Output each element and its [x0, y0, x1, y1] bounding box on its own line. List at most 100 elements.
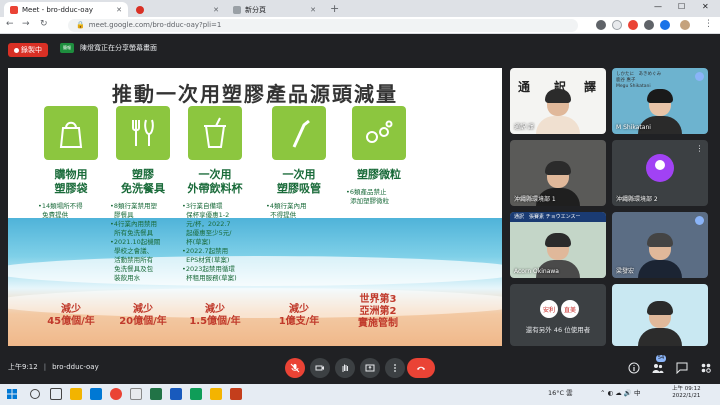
tile-overlay-text: 譯	[584, 80, 597, 94]
straw-icon	[292, 119, 310, 148]
more-menu-icon[interactable]: ⋮	[704, 19, 713, 29]
camera-toggle-button[interactable]	[310, 358, 330, 378]
more-options-icon[interactable]: ⋮	[695, 144, 704, 153]
tab-new[interactable]: 新分頁 ✕	[227, 2, 322, 17]
app-icon[interactable]	[210, 388, 222, 400]
hang-up-icon	[417, 366, 425, 370]
speaking-indicator-icon	[695, 216, 704, 225]
tab-recording[interactable]: ✕	[130, 2, 225, 17]
new-tab-button[interactable]: +	[330, 2, 339, 15]
participant-tile[interactable]: 通 訳 譯 通訳 譯	[510, 68, 606, 134]
participant-tile[interactable]: ⋮ 沖繩縣環境部 2	[612, 140, 708, 206]
participant-tile[interactable]: しかたに あきめぐみ 鹿谷 惠子 Megu Shikatani M Shikat…	[612, 68, 708, 134]
mic-toggle-button[interactable]	[285, 358, 305, 378]
recording-label: 錄製中	[21, 46, 42, 54]
close-window-icon[interactable]: ✕	[702, 2, 709, 11]
participant-name: 沖繩縣環境部 1	[514, 196, 556, 203]
extension-icon[interactable]	[644, 20, 654, 30]
extension-icon[interactable]	[628, 20, 638, 30]
category-drink-cup: 一次用 外帶飲料杯 •3行業自備環 保杯享優惠1-2 元/杯，2022.7 起優…	[182, 106, 248, 283]
cutlery-icon	[132, 119, 154, 146]
category-label: 塑膠 免洗餐具	[121, 168, 165, 195]
shared-slide: 推動一次用塑膠產品源頭減量 購物用 塑膠袋 •14類場所不得 免費提供 塑膠 免…	[8, 68, 502, 346]
camera-icon	[315, 365, 324, 371]
tray-icons[interactable]: ⌃ ◐ ☁ 🔊 中	[600, 387, 640, 397]
slide-title: 推動一次用塑膠產品源頭減量	[112, 82, 398, 106]
info-icon[interactable]	[628, 362, 640, 374]
minimize-icon[interactable]: —	[654, 2, 662, 11]
excel-icon[interactable]	[150, 388, 162, 400]
powerpoint-icon[interactable]	[230, 388, 242, 400]
avatar[interactable]	[680, 20, 690, 30]
reduction-figure: 世界第3 亞洲第2 實施管制	[358, 294, 398, 329]
chrome-icon[interactable]	[110, 388, 122, 400]
wave-decoration	[8, 256, 502, 286]
participant-name: 通訳 譯	[514, 124, 534, 131]
recording-dot-icon	[14, 47, 19, 53]
extension-icon[interactable]	[660, 20, 670, 30]
task-view-icon[interactable]	[50, 388, 62, 400]
clock-time: 上午 09:12	[672, 386, 701, 392]
category-label: 一次用 塑膠吸管	[277, 168, 321, 195]
people-icon[interactable]	[652, 362, 664, 374]
category-tile	[272, 106, 326, 160]
category-straw: 一次用 塑膠吸管 •4類行業內用 不得提供	[266, 106, 332, 220]
avatar: 安利	[540, 300, 558, 318]
microbeads-icon	[366, 120, 393, 143]
back-icon[interactable]: ←	[6, 19, 14, 29]
close-tab-icon[interactable]: ✕	[310, 6, 316, 14]
app-icon[interactable]	[190, 388, 202, 400]
windows-start-icon[interactable]	[6, 388, 18, 400]
extension-icon[interactable]	[596, 20, 606, 30]
browser-toolbar: ← → ↻ 🔒 meet.google.com/bro-dduc-oay?pli=…	[0, 17, 720, 34]
leave-call-button[interactable]	[407, 358, 435, 378]
weather-widget[interactable]: 16°C 雲	[548, 387, 573, 397]
tab-title: Meet - bro-dduc-oay	[22, 5, 94, 14]
url-text: meet.google.com/bro-dduc-oay?pli=1	[88, 21, 222, 29]
system-clock[interactable]: 上午 09:12 2022/1/21	[672, 386, 701, 400]
participant-tile[interactable]	[612, 284, 708, 346]
participant-tile[interactable]: 通訳 張賽素 チョウエンスー Acorn Okinawa	[510, 212, 606, 278]
participant-video	[638, 233, 682, 278]
search-icon[interactable]	[30, 389, 40, 399]
tile-overlay-text: 通訳 張賽素 チョウエンスー	[510, 212, 606, 222]
reduction-figure: 減少 1億支/年	[278, 304, 320, 327]
participant-tile[interactable]: 梁發宏	[612, 212, 708, 278]
category-tile	[116, 106, 170, 160]
reload-icon[interactable]: ↻	[40, 19, 48, 29]
maximize-icon[interactable]: ☐	[678, 2, 685, 11]
other-participants-tile[interactable]: 安利 直美 還有另外 46 位使用者	[510, 284, 606, 346]
address-bar[interactable]: 🔒 meet.google.com/bro-dduc-oay?pli=1	[68, 19, 578, 32]
meeting-time: 上午9:12	[8, 363, 38, 371]
app-icon[interactable]	[130, 388, 142, 400]
present-screen-button[interactable]	[360, 358, 380, 378]
category-cutlery: 塑膠 免洗餐具 •8類行業禁用塑 膠餐具 •4行業內用禁用 所有免洗餐具 •20…	[110, 106, 176, 283]
recording-badge[interactable]: 錄製中	[8, 43, 48, 57]
activities-icon[interactable]	[700, 362, 712, 374]
word-icon[interactable]	[170, 388, 182, 400]
forward-icon[interactable]: →	[22, 19, 30, 29]
edge-icon[interactable]	[90, 388, 102, 400]
chat-icon[interactable]	[676, 362, 688, 374]
speaking-indicator-icon	[695, 72, 704, 81]
raise-hand-button[interactable]	[335, 358, 355, 378]
meet-favicon-icon	[10, 5, 18, 14]
participant-name: M Shikatani	[616, 124, 651, 131]
file-explorer-icon[interactable]	[70, 388, 82, 400]
category-details: •3行業自備環 保杯享優惠1-2 元/杯，2022.7 起優惠至少5元/ 杯(草…	[182, 202, 237, 282]
meeting-code: bro-dduc-oay	[52, 363, 99, 371]
close-tab-icon[interactable]: ✕	[213, 6, 219, 14]
new-tab-favicon-icon	[233, 5, 241, 14]
category-label: 購物用 塑膠袋	[54, 168, 88, 195]
close-tab-icon[interactable]: ✕	[116, 6, 122, 14]
shopping-bag-icon	[59, 121, 83, 148]
participant-tile[interactable]: 沖繩縣環境部 1	[510, 140, 606, 206]
category-shopping-bag: 購物用 塑膠袋 •14類場所不得 免費提供	[38, 106, 104, 220]
lock-icon: 🔒	[76, 21, 85, 29]
extension-icon[interactable]	[612, 20, 622, 30]
category-details: •8類行業禁用塑 膠餐具 •4行業內用禁用 所有免洗餐具 •2021.10起機關…	[110, 202, 161, 282]
tab-meet[interactable]: Meet - bro-dduc-oay ✕	[4, 2, 128, 17]
more-options-button[interactable]	[385, 358, 405, 378]
tile-overlay-text: しかたに あきめぐみ 鹿谷 惠子 Megu Shikatani	[616, 72, 662, 89]
meet-top-bar: 錄製中 簡報 陳燈寬正在分享螢幕畫面	[0, 35, 720, 65]
